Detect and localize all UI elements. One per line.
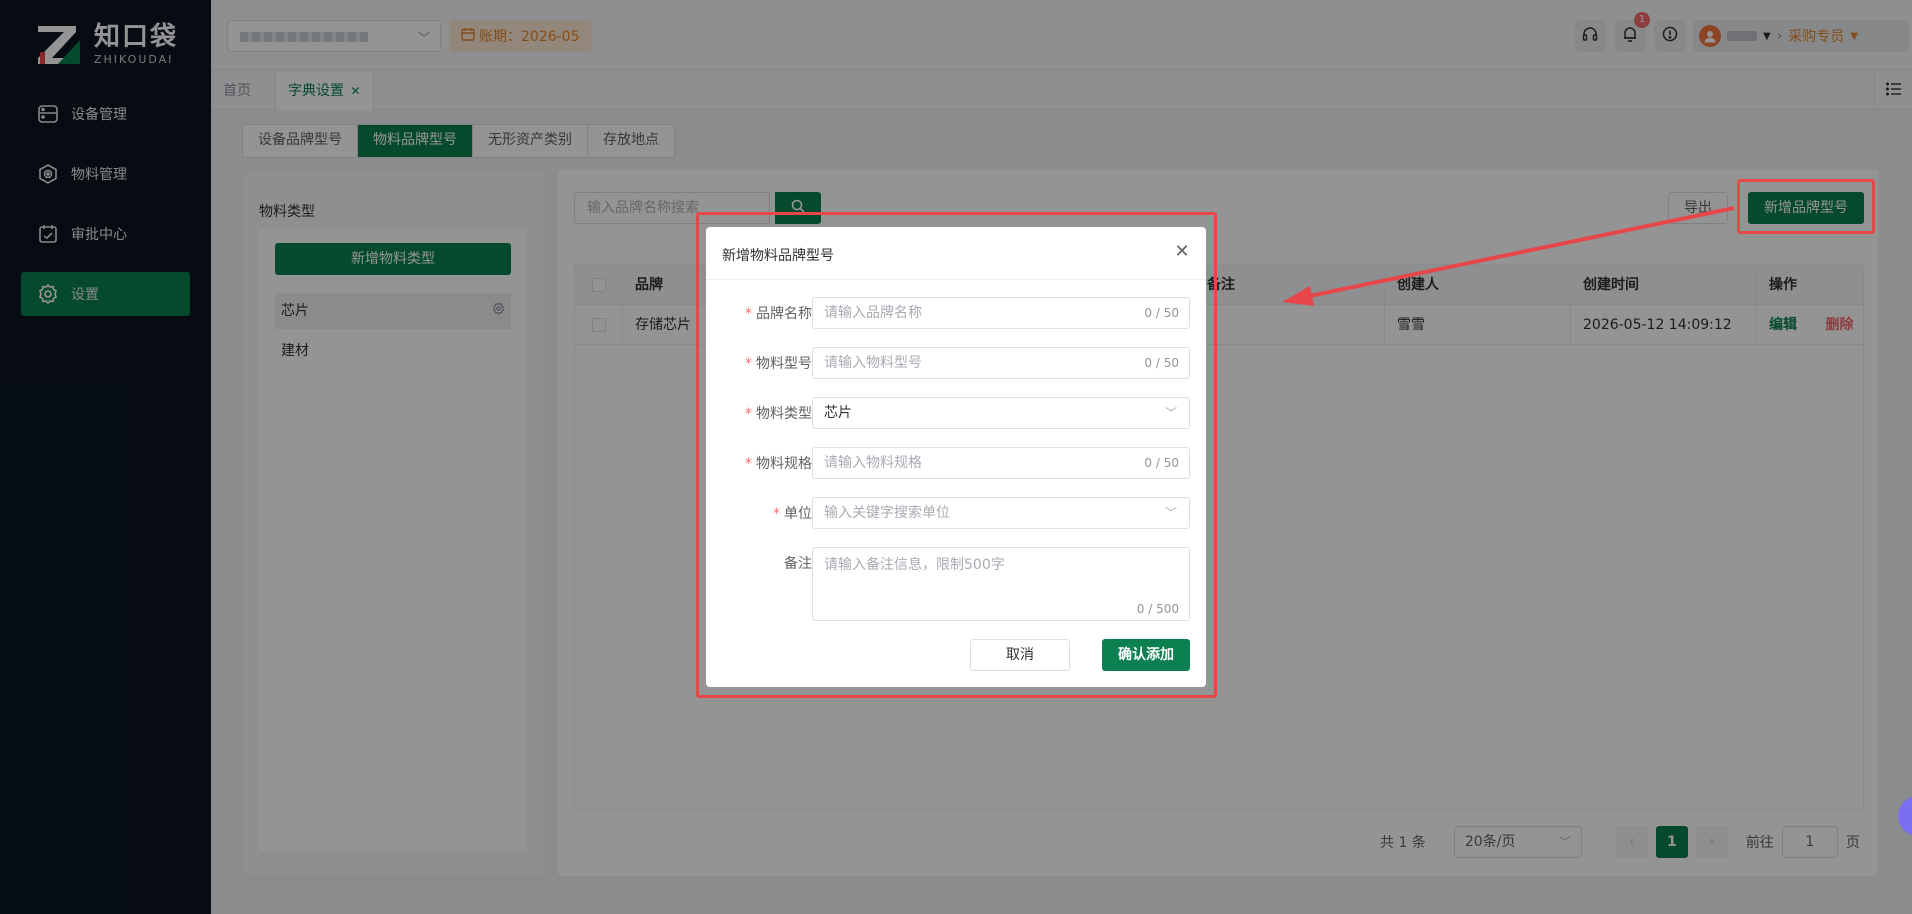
material-model-input[interactable]: 请输入物料型号 0 / 50 xyxy=(812,347,1190,379)
material-type-select[interactable]: 芯片 ﹀ xyxy=(812,397,1190,429)
cancel-button[interactable]: 取消 xyxy=(970,639,1070,671)
dialog-title: 新增物料品牌型号 xyxy=(722,248,834,264)
material-model-placeholder: 请输入物料型号 xyxy=(824,355,922,371)
add-material-brand-dialog: 新增物料品牌型号 ✕ * 品牌名称 请输入品牌名称 0 / 50 * 物料型号 请输… xyxy=(706,227,1206,687)
field-label-remark: 备注 xyxy=(784,556,812,572)
field-label-brand-name: * 品牌名称 xyxy=(745,306,812,322)
field-label-unit: * 单位 xyxy=(773,506,812,522)
chevron-down-icon: ﹀ xyxy=(1164,406,1177,420)
material-spec-input[interactable]: 请输入物料规格 0 / 50 xyxy=(812,447,1190,479)
remark-placeholder: 请输入备注信息，限制500字 xyxy=(824,557,1005,573)
material-spec-placeholder: 请输入物料规格 xyxy=(824,455,922,471)
field-label-material-type: * 物料类型 xyxy=(745,406,812,422)
unit-placeholder: 输入关键字搜索单位 xyxy=(824,505,950,521)
unit-select[interactable]: 输入关键字搜索单位 ﹀ xyxy=(812,497,1190,529)
confirm-add-button[interactable]: 确认添加 xyxy=(1102,639,1190,671)
chevron-down-icon: ﹀ xyxy=(1164,506,1177,520)
char-count: 0 / 50 xyxy=(1144,356,1179,370)
field-label-material-spec: * 物料规格 xyxy=(745,456,812,472)
material-type-value: 芯片 xyxy=(824,405,852,421)
brand-name-placeholder: 请输入品牌名称 xyxy=(824,305,922,321)
remark-textarea[interactable]: 请输入备注信息，限制500字 0 / 500 xyxy=(812,547,1190,621)
char-count: 0 / 500 xyxy=(1136,602,1179,616)
brand-name-input[interactable]: 请输入品牌名称 0 / 50 xyxy=(812,297,1190,329)
char-count: 0 / 50 xyxy=(1144,306,1179,320)
field-label-material-model: * 物料型号 xyxy=(745,356,812,372)
divider xyxy=(706,279,1206,280)
close-icon[interactable]: ✕ xyxy=(1172,241,1192,262)
char-count: 0 / 50 xyxy=(1144,456,1179,470)
